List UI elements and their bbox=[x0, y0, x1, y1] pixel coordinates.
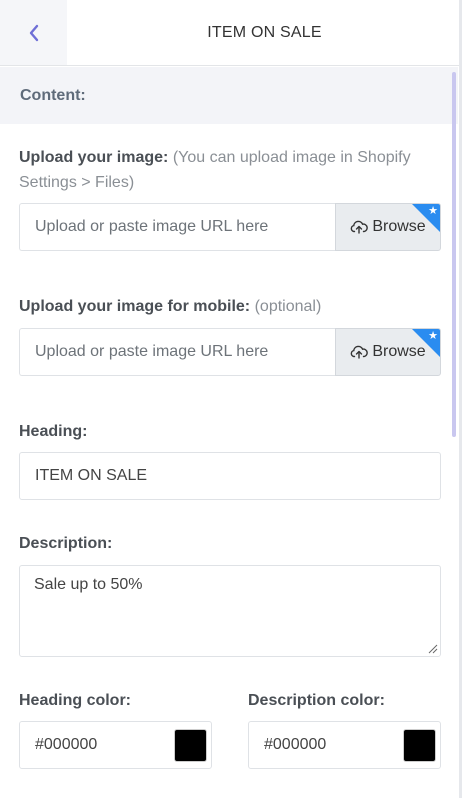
top-bar: ITEM ON SALE bbox=[0, 0, 462, 66]
cloud-upload-icon bbox=[350, 220, 369, 234]
description-color-label-group: Description color: bbox=[248, 688, 385, 713]
description-color-swatch[interactable] bbox=[403, 729, 436, 762]
heading-label-group: Heading: bbox=[19, 419, 87, 444]
upload-mobile-hint: (optional) bbox=[254, 298, 322, 315]
cloud-upload-icon bbox=[350, 345, 369, 359]
browse-button[interactable]: Browse ★ bbox=[335, 203, 441, 251]
resize-grip-icon[interactable] bbox=[428, 644, 438, 654]
heading-input[interactable]: ITEM ON SALE bbox=[19, 452, 441, 500]
chevron-left-icon bbox=[29, 24, 38, 41]
star-icon: ★ bbox=[428, 330, 438, 342]
upload-image-url-input[interactable]: Upload or paste image URL here bbox=[19, 203, 336, 251]
description-color-value: #000000 bbox=[264, 736, 327, 753]
heading-color-label: Heading color: bbox=[19, 692, 132, 709]
heading-label: Heading: bbox=[19, 423, 88, 440]
upload-mobile-label-group: Upload your image for mobile: (optional) bbox=[19, 294, 439, 319]
section-header: Content: bbox=[0, 67, 458, 124]
description-label-group: Description: bbox=[19, 531, 112, 556]
description-label: Description: bbox=[19, 535, 113, 552]
upload-mobile-url-input[interactable]: Upload or paste image URL here bbox=[19, 328, 336, 376]
upload-image-row: Upload or paste image URL here Browse ★ bbox=[19, 203, 441, 251]
upload-image-label-group: Upload your image: (You can upload image… bbox=[19, 145, 439, 195]
upload-image-label: Upload your image: bbox=[19, 149, 169, 166]
heading-color-label-group: Heading color: bbox=[19, 688, 131, 713]
description-textarea[interactable]: Sale up to 50% bbox=[19, 565, 441, 657]
upload-mobile-row: Upload or paste image URL here Browse ★ bbox=[19, 328, 441, 376]
heading-color-input[interactable]: #000000 bbox=[19, 721, 212, 769]
description-color-input[interactable]: #000000 bbox=[248, 721, 441, 769]
back-button[interactable] bbox=[0, 0, 67, 65]
browse-mobile-button[interactable]: Browse ★ bbox=[335, 328, 441, 376]
star-icon: ★ bbox=[428, 205, 438, 217]
page-title: ITEM ON SALE bbox=[207, 23, 322, 41]
heading-color-value: #000000 bbox=[35, 736, 98, 753]
upload-mobile-label: Upload your image for mobile: bbox=[19, 298, 251, 315]
heading-color-swatch[interactable] bbox=[174, 729, 207, 762]
scrollbar[interactable] bbox=[452, 72, 456, 437]
description-color-label: Description color: bbox=[248, 692, 385, 709]
description-value: Sale up to 50% bbox=[34, 576, 143, 593]
